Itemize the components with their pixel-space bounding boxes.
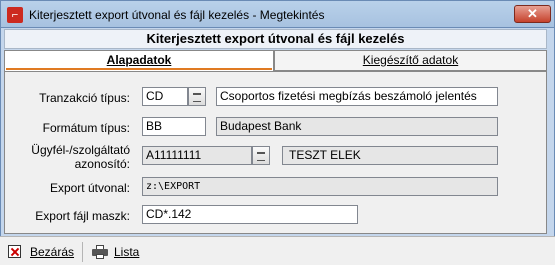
bezaras-label: Bezárás (30, 245, 75, 259)
export-fajl-maszk-field[interactable]: CD*.142 (142, 205, 358, 224)
app-icon: ⌐ (7, 7, 23, 23)
formatum-tipus-description: Budapest Bank (216, 117, 498, 136)
window-title: Kiterjesztett export útvonal és fájl kez… (29, 8, 325, 22)
page-title: Kiterjesztett export útvonal és fájl kez… (4, 29, 547, 49)
ugyfel-description: TESZT ELEK (282, 146, 498, 165)
title-bar: ⌐ Kiterjesztett export útvonal és fájl k… (0, 0, 555, 28)
formatum-tipus-code[interactable]: BB (142, 117, 206, 136)
ugyfel-azonosito-code[interactable]: A11111111 (142, 146, 252, 165)
formatum-tipus-label: Formátum típus: (42, 121, 130, 135)
ugyfel-label-line1: Ügyfél-/szolgáltató (31, 143, 130, 157)
tab-kiegeszito-adatok[interactable]: Kiegészítő adatok (274, 50, 547, 71)
export-fajl-maszk-label: Export fájl maszk: (35, 209, 130, 223)
tab-label: Kiegészítő adatok (362, 53, 459, 67)
printer-icon (92, 245, 108, 259)
tranzakcio-lookup-icon[interactable] (188, 87, 206, 106)
bezaras-button[interactable]: Bezárás (8, 243, 78, 261)
tranzakcio-tipus-code[interactable]: CD (142, 87, 188, 106)
active-tab-indicator (6, 68, 272, 70)
ugyfel-azonosito-label: Ügyfél-/szolgáltató azonosító: (10, 143, 130, 171)
ugyfel-label-line2: azonosító: (74, 157, 130, 171)
tranzakcio-tipus-description: Csoportos fizetési megbízás beszámoló je… (216, 87, 498, 106)
export-utvonal-field[interactable]: z:\EXPORT (142, 177, 498, 196)
tranzakcio-tipus-label: Tranzakció típus: (39, 91, 130, 105)
tab-label: Alapadatok (106, 53, 172, 67)
export-utvonal-label: Export útvonal: (49, 181, 130, 195)
lista-button[interactable]: Lista (92, 243, 152, 261)
close-button[interactable]: ✕ (514, 5, 551, 23)
ugyfel-lookup-icon[interactable] (252, 146, 270, 165)
close-x-icon (8, 245, 21, 258)
lista-label: Lista (114, 245, 140, 259)
status-bar: Bezárás Lista (0, 236, 555, 265)
status-separator (82, 242, 83, 262)
